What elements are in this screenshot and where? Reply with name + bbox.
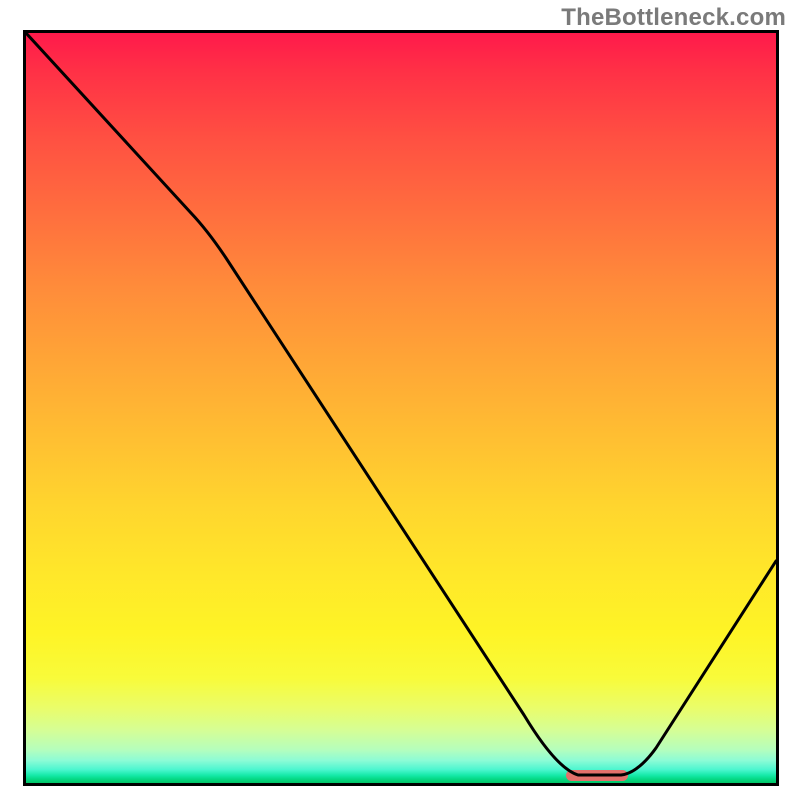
chart-curve xyxy=(26,33,776,775)
chart-svg xyxy=(26,33,776,783)
chart-plot-area xyxy=(23,30,779,786)
watermark-text: TheBottleneck.com xyxy=(561,4,786,32)
